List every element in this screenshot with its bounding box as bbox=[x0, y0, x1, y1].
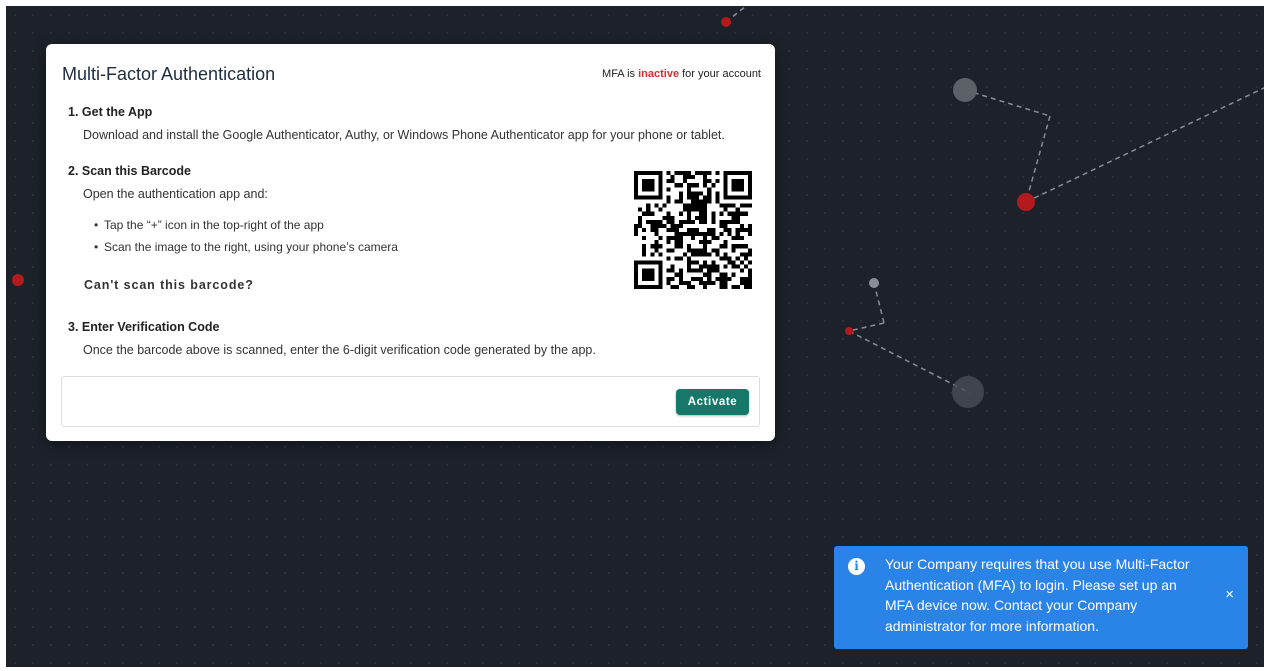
close-icon[interactable]: × bbox=[1225, 587, 1234, 602]
info-icon: i bbox=[848, 558, 865, 575]
scan-instructions-list: • Tap the “+” icon in the top-right of th… bbox=[94, 214, 398, 258]
network-node bbox=[12, 274, 24, 286]
step-1-heading: 1. Get the App bbox=[68, 105, 153, 119]
network-node bbox=[869, 278, 879, 288]
qr-code-image bbox=[634, 171, 752, 289]
mfa-status-prefix: MFA is bbox=[602, 68, 639, 80]
list-item-text: Scan the image to the right, using your … bbox=[104, 240, 398, 254]
network-background: Multi-Factor Authentication MFA is inact… bbox=[6, 6, 1264, 667]
activate-button[interactable]: Activate bbox=[676, 389, 749, 415]
qr-modules bbox=[634, 171, 752, 289]
verification-code-box: Activate bbox=[61, 376, 760, 427]
page-title: Multi-Factor Authentication bbox=[62, 64, 276, 84]
mfa-required-toast: i Your Company requires that you use Mul… bbox=[834, 546, 1248, 649]
network-node bbox=[845, 327, 853, 335]
mfa-status-text: MFA is inactive for your account bbox=[602, 68, 761, 80]
step-2-text: Open the authentication app and: bbox=[83, 187, 268, 201]
cant-scan-barcode-link[interactable]: Can't scan this barcode? bbox=[84, 278, 254, 292]
mfa-status-suffix: for your account bbox=[679, 68, 761, 80]
list-item-text: Tap the “+” icon in the top-right of the… bbox=[104, 218, 324, 232]
verification-code-input[interactable] bbox=[68, 385, 668, 419]
list-item: • Scan the image to the right, using your… bbox=[94, 240, 398, 254]
network-node bbox=[1017, 193, 1035, 211]
step-2-heading: 2. Scan this Barcode bbox=[68, 164, 191, 178]
mfa-status-badge: inactive bbox=[638, 68, 680, 80]
mfa-setup-card: Multi-Factor Authentication MFA is inact… bbox=[46, 44, 775, 441]
step-1-text: Download and install the Google Authenti… bbox=[83, 128, 725, 142]
list-item: • Tap the “+” icon in the top-right of th… bbox=[94, 218, 324, 232]
network-node bbox=[953, 78, 977, 102]
toast-message: Your Company requires that you use Multi… bbox=[885, 556, 1190, 634]
step-3-heading: 3. Enter Verification Code bbox=[68, 320, 220, 334]
step-3-text: Once the barcode above is scanned, enter… bbox=[83, 343, 596, 357]
network-node bbox=[721, 17, 731, 27]
network-node bbox=[952, 376, 984, 408]
